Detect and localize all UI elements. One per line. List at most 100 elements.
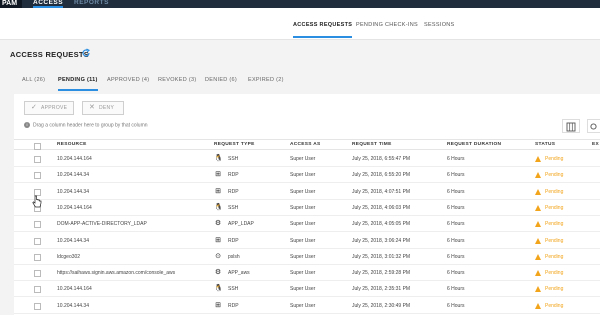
resource-cell[interactable]: DOM-APP-ACTIVE-DIRECTORY_LDAP	[57, 221, 147, 227]
resource-cell[interactable]: 10.204.144.34	[57, 303, 89, 309]
column-status[interactable]: STATUS	[535, 142, 555, 147]
nav-access[interactable]: ACCESS	[33, 0, 64, 8]
table-header: RESOURCE REQUEST TYPE ACCESS AS REQUEST …	[14, 139, 600, 150]
request-type-cell: SSH	[228, 156, 239, 162]
table-row[interactable]: 10.204.144.34 ⊞ RDP Super User July 25, 2018…	[14, 233, 600, 249]
status-cell: Pending	[545, 286, 564, 293]
tab-revoked[interactable]: REVOKED (3)	[158, 77, 196, 83]
linux-icon: 🐧	[214, 285, 223, 293]
search-button[interactable]	[587, 119, 600, 133]
warning-icon	[535, 156, 541, 162]
request-time-cell: July 25, 2018, 4:05:05 PM	[352, 221, 411, 228]
resource-cell[interactable]: 10.204.144.34	[57, 238, 89, 244]
tab-expired[interactable]: EXPIRED (2)	[248, 77, 284, 83]
request-time-cell: July 25, 2018, 6:55:20 PM	[352, 172, 411, 179]
table-row[interactable]: 10.204.144.164 🐧 SSH Super User July 25, 201…	[14, 151, 600, 167]
row-checkbox[interactable]	[34, 237, 41, 245]
access-as-cell: Super User	[290, 302, 316, 309]
status-cell: Pending	[545, 270, 564, 277]
request-time-cell: July 25, 2018, 6:55:47 PM	[352, 156, 411, 162]
access-as-cell: Super User	[290, 188, 316, 195]
group-by-hint: i Drag a column header here to group by t…	[24, 122, 148, 128]
deny-button[interactable]: ✕ DENY	[82, 101, 124, 115]
access-as-cell: Super User	[290, 156, 316, 162]
powershell-icon: ⊙	[215, 252, 221, 260]
request-type-cell: RDP	[228, 237, 239, 244]
row-checkbox[interactable]	[34, 221, 41, 229]
linux-icon: 🐧	[214, 203, 223, 211]
table-row[interactable]: https://saihaws.signin.aws.amazon.com/co…	[14, 265, 600, 282]
request-time-cell: July 25, 2018, 2:30:49 PM	[352, 302, 411, 309]
column-request-type[interactable]: REQUEST TYPE	[214, 142, 255, 147]
close-icon: ✕	[89, 104, 96, 111]
column-ex[interactable]: EX	[592, 142, 599, 147]
request-duration-cell: 6 Hours	[447, 172, 465, 179]
row-checkbox[interactable]	[34, 253, 41, 261]
request-type-cell: SSH	[228, 286, 239, 293]
access-as-cell: Super User	[290, 237, 316, 244]
tab-pending[interactable]: PENDING (11)	[58, 77, 98, 91]
request-duration-cell: 6 Hours	[447, 270, 465, 277]
warning-icon	[535, 270, 541, 277]
refresh-icon[interactable]	[81, 48, 91, 58]
request-type-cell: RDP	[228, 188, 239, 195]
column-access-as[interactable]: ACCESS AS	[290, 142, 321, 147]
request-type-cell: RDP	[228, 172, 239, 179]
row-checkbox[interactable]	[34, 172, 41, 180]
resource-cell[interactable]: https://saihaws.signin.aws.amazon.com/co…	[57, 270, 175, 276]
warning-icon	[535, 188, 541, 195]
resource-cell[interactable]: 10.204.144.164	[57, 205, 92, 211]
status-cell: Pending	[545, 188, 564, 195]
table-row[interactable]: 10.204.144.34 ⊞ RDP Super User July 25, 2018…	[14, 298, 600, 314]
tab-approved[interactable]: APPROVED (4)	[107, 77, 149, 83]
ldap-icon: ⚙	[214, 220, 222, 228]
resource-cell[interactable]: 10.204.144.34	[57, 189, 89, 195]
column-request-duration[interactable]: REQUEST DURATION	[447, 142, 501, 147]
subtab-pending-check-ins[interactable]: PENDING CHECK-INS	[356, 22, 418, 28]
table-row[interactable]: 10.204.144.34 ⊞ RDP Super User July 25, 2018…	[14, 184, 600, 200]
request-type-cell: RDP	[228, 302, 239, 309]
request-time-cell: July 25, 2018, 4:07:51 PM	[352, 188, 411, 195]
deny-label: DENY	[99, 105, 115, 111]
resource-cell[interactable]: 10.204.144.34	[57, 172, 89, 178]
row-checkbox[interactable]	[34, 270, 41, 278]
warning-icon	[535, 253, 541, 260]
resource-cell[interactable]: ldcgeo302	[57, 254, 80, 260]
linux-icon: 🐧	[214, 155, 223, 162]
column-request-time[interactable]: REQUEST TIME	[352, 142, 392, 147]
column-resource[interactable]: RESOURCE	[57, 142, 87, 147]
tab-all[interactable]: ALL (26)	[22, 77, 45, 83]
request-time-cell: July 25, 2018, 2:35:31 PM	[352, 286, 411, 293]
warning-icon	[535, 237, 541, 244]
table-row[interactable]: 10.204.144.34 ⊞ RDP Super User July 25, 2018…	[14, 167, 600, 184]
row-checkbox[interactable]	[34, 286, 41, 294]
nav-reports[interactable]: REPORTS	[74, 0, 109, 8]
windows-icon: ⊞	[215, 236, 221, 244]
table-row[interactable]: 10.204.144.164 🐧 SSH Super User July 25, 201…	[14, 200, 600, 216]
table-row[interactable]: 10.204.144.164 🐧 SSH Super User July 25, 201…	[14, 281, 600, 298]
warning-icon	[535, 172, 541, 179]
subtab-sessions[interactable]: SESSIONS	[424, 22, 455, 28]
table-row[interactable]: DOM-APP-ACTIVE-DIRECTORY_LDAP ⚙ APP_LDAP Su…	[14, 216, 600, 233]
resource-cell[interactable]: 10.204.144.164	[57, 156, 92, 162]
status-cell: Pending	[545, 237, 564, 244]
subtab-access-requests[interactable]: ACCESS REQUESTS	[293, 22, 353, 38]
request-type-cell: SSH	[228, 204, 239, 211]
table-row[interactable]: ldcgeo302 ⊙ pslsh Super User July 25, 2018, …	[14, 249, 600, 265]
info-icon: i	[24, 122, 30, 128]
row-checkbox[interactable]	[34, 156, 41, 163]
select-all-checkbox[interactable]	[34, 143, 41, 150]
approve-button[interactable]: ✓ APPROVE	[24, 101, 74, 115]
access-as-cell: Super User	[290, 204, 316, 211]
row-checkbox[interactable]	[34, 302, 41, 310]
request-duration-cell: 6 Hours	[447, 188, 465, 195]
warning-icon	[535, 204, 541, 211]
column-chooser-button[interactable]	[562, 119, 580, 133]
resource-cell[interactable]: 10.204.144.164	[57, 286, 92, 292]
status-cell: Pending	[545, 302, 564, 309]
request-duration-cell: 6 Hours	[447, 302, 465, 309]
warning-icon	[535, 286, 541, 293]
windows-icon: ⊞	[215, 301, 221, 309]
request-type-cell: APP_LDAP	[228, 221, 254, 228]
tab-denied[interactable]: DENIED (6)	[205, 77, 237, 83]
